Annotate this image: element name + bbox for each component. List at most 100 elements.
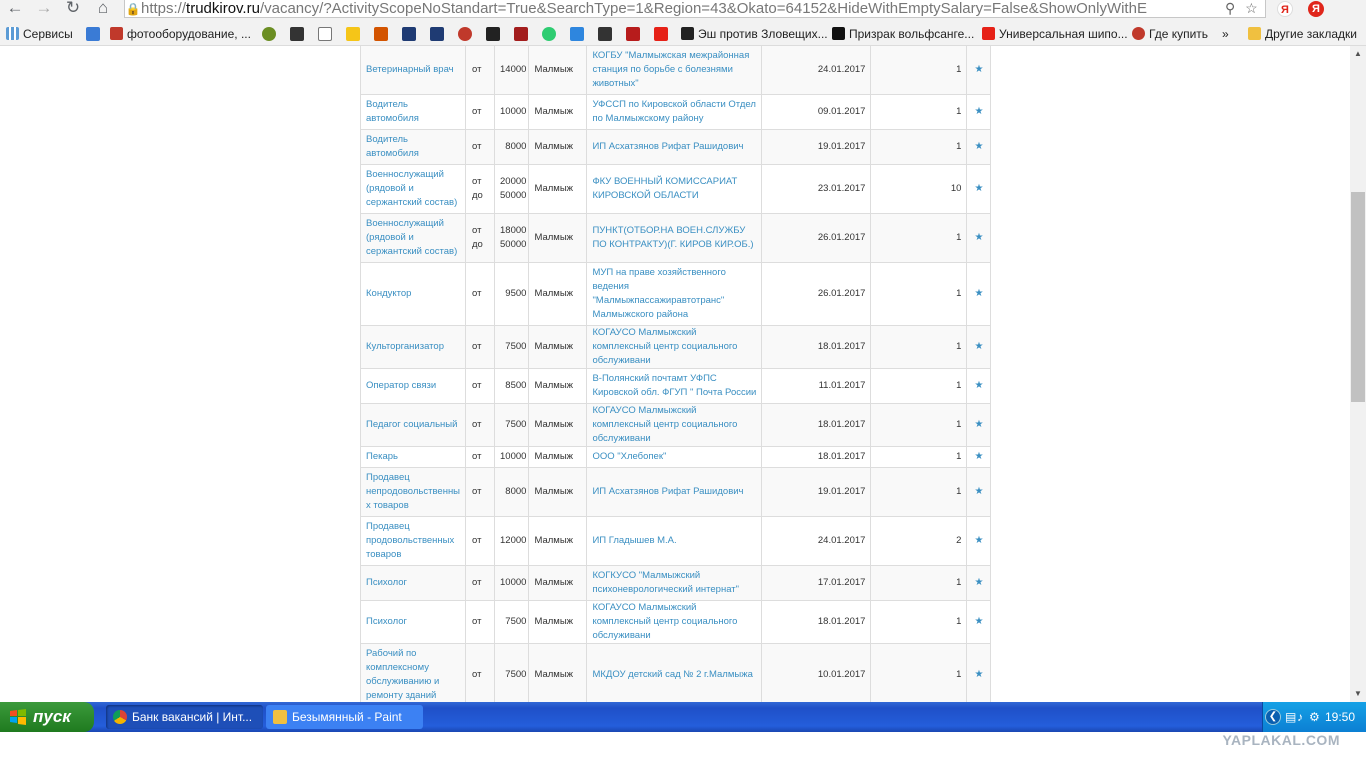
vacancy-name-link[interactable]: Пекарь	[359, 446, 467, 468]
bookmark-buy[interactable]: Где купить	[1132, 25, 1208, 43]
favorite-star-icon[interactable]: ★	[966, 643, 992, 702]
network-icon[interactable]: ▤	[1285, 702, 1296, 732]
employer-link[interactable]: ИП Асхатзянов Рифат Рашидович	[586, 129, 763, 165]
page-icon[interactable]	[318, 27, 332, 41]
vacancy-name-link[interactable]: Ветеринарный врач	[359, 46, 467, 95]
page-content: Ветеринарный врач от 14000 Малмыж КОГБУ "Мал…	[0, 46, 1350, 702]
employer-link[interactable]: В-Полянский почтамт УФПС Кировской обл. …	[586, 368, 763, 404]
home-icon[interactable]: ⌂	[92, 0, 114, 18]
vacancy-name-link[interactable]: Водитель автомобиля	[359, 129, 467, 165]
bookmark-apps[interactable]: Сервисы	[6, 25, 73, 43]
vacancy-name-link[interactable]: Культорганизатор	[359, 325, 467, 369]
settings-tray-icon[interactable]: ⚙	[1309, 702, 1320, 732]
employer-link[interactable]: КОГАУСО Малмыжский комплексный центр соц…	[586, 600, 763, 644]
favorite-star-icon[interactable]: ★	[966, 262, 992, 326]
employer-link[interactable]: ИП Асхатзянов Рифат Рашидович	[586, 467, 763, 517]
bookmark-site-icon[interactable]	[626, 27, 640, 41]
favorite-star-icon[interactable]: ★	[966, 94, 992, 130]
bookmark-site-icon[interactable]	[486, 27, 500, 41]
address-bar[interactable]: 🔒https://trudkirov.ru/vacancy/?ActivityS…	[124, 0, 1266, 18]
bookmark-star-icon[interactable]: ☆	[1245, 0, 1258, 16]
employer-link[interactable]: ИП Гладышев М.А.	[586, 516, 763, 566]
employer-link[interactable]: КОГКУСО "Малмыжский психоневрологический…	[586, 565, 763, 601]
salary-prefix: от	[465, 403, 496, 447]
favorite-star-icon[interactable]: ★	[966, 446, 992, 468]
taskbar-item-paint[interactable]: Безымянный - Paint	[266, 705, 423, 729]
taskbar-item-chrome[interactable]: Банк вакансий | Инт...	[106, 705, 263, 729]
favorite-star-icon[interactable]: ★	[966, 600, 992, 644]
address-bar-actions: ⚲ ☆	[1225, 0, 1265, 17]
bookmark-site-icon[interactable]	[514, 27, 528, 41]
vacancy-name-link[interactable]: Оператор связи	[359, 368, 467, 404]
vacancy-table: Ветеринарный врач от 14000 Малмыж КОГБУ "Мал…	[359, 46, 992, 702]
yandex-icon[interactable]: Я	[1277, 1, 1293, 17]
bookmark-site-icon[interactable]	[458, 27, 472, 41]
employer-link[interactable]: КОГАУСО Малмыжский комплексный центр соц…	[586, 325, 763, 369]
favorite-star-icon[interactable]: ★	[966, 467, 992, 517]
bookmark-site-icon[interactable]	[598, 27, 612, 41]
employer-link[interactable]: КОГАУСО Малмыжский комплексный центр соц…	[586, 403, 763, 447]
bookmark-site-icon[interactable]	[374, 27, 388, 41]
scroll-down-arrow-icon[interactable]: ▼	[1350, 686, 1366, 702]
scroll-up-arrow-icon[interactable]: ▲	[1350, 46, 1366, 62]
bookmark-universal[interactable]: Универсальная шипо...	[982, 25, 1128, 43]
vertical-scrollbar[interactable]: ▲ ▼	[1350, 46, 1366, 702]
vacancy-name-link[interactable]: Психолог	[359, 600, 467, 644]
clock: 19:50	[1325, 710, 1356, 724]
employer-link[interactable]: ФКУ ВОЕННЫЙ КОМИССАРИАТ КИРОВСКОЙ ОБЛАСТ…	[586, 164, 763, 214]
bookmark-site-icon[interactable]	[346, 27, 360, 41]
city-cell: Малмыж	[528, 643, 588, 702]
reload-icon[interactable]: ↻	[62, 0, 84, 18]
bookmark-site-icon[interactable]	[542, 27, 556, 41]
bookmark-photo[interactable]: фотооборудование, ...	[110, 25, 251, 43]
scrollbar-thumb[interactable]	[1351, 192, 1365, 402]
favorite-star-icon[interactable]: ★	[966, 368, 992, 404]
vacancy-name-link[interactable]: Продавец продовольственных товаров	[359, 516, 467, 566]
vacancy-name-link[interactable]: Продавец непродовольственны х товаров	[359, 467, 467, 517]
favorite-star-icon[interactable]: ★	[966, 403, 992, 447]
start-button[interactable]: пуск	[0, 702, 94, 732]
favorite-star-icon[interactable]: ★	[966, 46, 992, 95]
bookmark-ghost[interactable]: Призрак вольфсанге...	[832, 25, 974, 43]
vacancy-name-link[interactable]: Военнослужащий (рядовой и сержантский со…	[359, 213, 467, 263]
employer-link[interactable]: МУП на праве хозяйственного ведения "Мал…	[586, 262, 763, 326]
employer-link[interactable]: КОГБУ "Малмыжская межрайонная станция по…	[586, 46, 763, 95]
bookmarks-more-button[interactable]: »	[1222, 25, 1229, 43]
vacancy-name-link[interactable]: Психолог	[359, 565, 467, 601]
salary-value: 7500	[494, 325, 530, 369]
back-arrow-icon[interactable]: ←	[4, 0, 26, 18]
employer-link[interactable]: МКДОУ детский сад № 2 г.Малмыжа	[586, 643, 763, 702]
vacancy-name-link[interactable]: Рабочий по комплексному обслуживанию и р…	[359, 643, 467, 702]
search-icon[interactable]: ⚲	[1225, 0, 1235, 16]
youtube-icon[interactable]	[654, 27, 668, 41]
salary-prefix: от до	[465, 164, 496, 214]
yandex-mail-icon[interactable]: Я	[1308, 1, 1324, 17]
favorite-star-icon[interactable]: ★	[966, 213, 992, 263]
bookmark-site-icon[interactable]	[402, 27, 416, 41]
vacancy-name-link[interactable]: Кондуктор	[359, 262, 467, 326]
salary-prefix: от	[465, 46, 496, 95]
favorite-star-icon[interactable]: ★	[966, 565, 992, 601]
vacancy-name-link[interactable]: Военнослужащий (рядовой и сержантский со…	[359, 164, 467, 214]
employer-link[interactable]: ПУНКТ(ОТБОР.НА ВОЕН.СЛУЖБУ ПО КОНТРАКТУ)…	[586, 213, 763, 263]
favorite-star-icon[interactable]: ★	[966, 164, 992, 214]
salary-prefix: от	[465, 94, 496, 130]
favorite-star-icon[interactable]: ★	[966, 129, 992, 165]
city-cell: Малмыж	[528, 403, 588, 447]
bookmark-site-icon[interactable]	[430, 27, 444, 41]
vacancy-name-link[interactable]: Педагог социальный	[359, 403, 467, 447]
bookmark-site-icon[interactable]	[290, 27, 304, 41]
favorite-star-icon[interactable]: ★	[966, 325, 992, 369]
employer-link[interactable]: ООО "Хлебопек"	[586, 446, 763, 468]
bookmark-site-icon[interactable]	[262, 27, 276, 41]
bookmark-site-icon[interactable]	[570, 27, 584, 41]
bookmark-other[interactable]: Другие закладки	[1248, 25, 1357, 43]
employer-link[interactable]: УФССП по Кировской области Отдел по Малм…	[586, 94, 763, 130]
vacancy-name-link[interactable]: Водитель автомобиля	[359, 94, 467, 130]
volume-icon[interactable]: ♪	[1297, 702, 1303, 732]
bookmark-site-icon[interactable]	[86, 27, 100, 41]
favorite-star-icon[interactable]: ★	[966, 516, 992, 566]
bookmark-esh[interactable]: Эш против Зловещих...	[681, 25, 828, 43]
forward-arrow-icon[interactable]: →	[33, 0, 55, 18]
tray-arrow-icon[interactable]: ❮	[1265, 709, 1281, 725]
